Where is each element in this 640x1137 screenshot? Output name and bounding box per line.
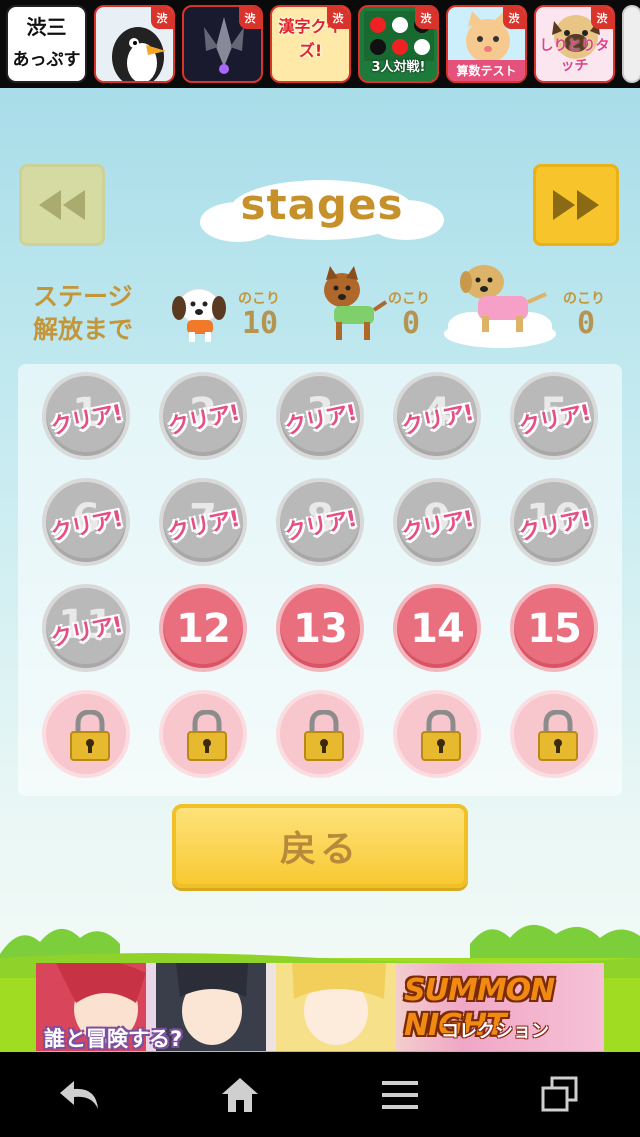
system-navigation-bar xyxy=(0,1052,640,1137)
double-right-arrow-icon xyxy=(553,190,599,220)
app-caption: 算数テスト xyxy=(448,60,525,81)
app-ribbon: 渋 xyxy=(327,7,349,29)
stage-button-2[interactable]: 2 クリア! xyxy=(159,372,247,460)
system-menu-button[interactable] xyxy=(360,1065,440,1125)
lock-icon xyxy=(304,709,344,761)
remaining-label: のこり xyxy=(388,291,430,307)
app-icon-penguin[interactable]: 渋 xyxy=(94,5,175,83)
cloud-dog-icon xyxy=(444,265,556,348)
remaining-label: のこり xyxy=(238,291,280,307)
lock-icon xyxy=(421,709,461,761)
stage-button-14[interactable]: 14 xyxy=(393,584,481,672)
lock-icon xyxy=(187,709,227,761)
stage-button-15[interactable]: 15 xyxy=(510,584,598,672)
remaining-label: のこり xyxy=(563,291,605,307)
back-button[interactable]: 戻る xyxy=(172,804,468,888)
lock-icon xyxy=(538,709,578,761)
ad-bar: 渋三 あっぷす 渋 渋 漢字クイズ! 渋 3人対戦! 渋 算数テスト 渋 しりと… xyxy=(0,0,640,88)
stage-button-3[interactable]: 3 クリア! xyxy=(276,372,364,460)
app-ribbon: 渋 xyxy=(239,7,261,29)
next-page-button[interactable] xyxy=(533,164,619,246)
banner-subtitle: コレクション xyxy=(441,1021,549,1042)
release-label-line2: 解放まで xyxy=(33,315,134,344)
app-caption-top: 渋三 xyxy=(26,15,67,39)
release-label-line1: ステージ xyxy=(33,282,133,311)
app-icon-shibusan-apps[interactable]: 渋三 あっぷす xyxy=(6,5,87,83)
lock-icon-wrap xyxy=(68,709,112,766)
stage-button-20 xyxy=(510,690,598,778)
app-icon-kanji-quiz[interactable]: 漢字クイズ! 渋 xyxy=(270,5,351,83)
system-back-button[interactable] xyxy=(40,1065,120,1125)
app-ribbon: 渋 xyxy=(415,7,437,29)
stage-number: 13 xyxy=(293,606,348,652)
banner-caption: 誰と冒険する? xyxy=(44,1027,183,1051)
app-caption-bottom: あっぷす xyxy=(12,50,81,70)
double-left-arrow-icon xyxy=(39,190,85,220)
lock-icon-wrap xyxy=(302,709,346,766)
stage-number: 12 xyxy=(176,606,231,652)
stage-button-10[interactable]: 10 クリア! xyxy=(510,478,598,566)
app-caption: しりとりタッチ xyxy=(539,38,610,74)
stage-number: 14 xyxy=(410,606,465,652)
stage-button-4[interactable]: 4 クリア! xyxy=(393,372,481,460)
brown-dog-icon xyxy=(324,266,388,340)
stage-button-19 xyxy=(393,690,481,778)
app-ribbon: 渋 xyxy=(503,7,525,29)
white-dog-icon xyxy=(172,288,226,342)
app-caption: 3人対戦! xyxy=(371,60,426,75)
lock-icon-wrap xyxy=(419,709,463,766)
stage-button-17 xyxy=(159,690,247,778)
remaining-count: 0 xyxy=(577,306,596,341)
app-icon-reversi[interactable]: 3人対戦! 渋 xyxy=(358,5,439,83)
stage-button-11[interactable]: 11 クリア! xyxy=(42,584,130,672)
stage-button-8[interactable]: 8 クリア! xyxy=(276,478,364,566)
system-home-button[interactable] xyxy=(200,1065,280,1125)
stage-button-6[interactable]: 6 クリア! xyxy=(42,478,130,566)
stage-button-7[interactable]: 7 クリア! xyxy=(159,478,247,566)
back-arrow-icon xyxy=(60,1080,98,1109)
previous-page-button[interactable] xyxy=(19,164,105,246)
remaining-count: 0 xyxy=(402,306,421,341)
app-icon-math-test[interactable]: 算数テスト 渋 xyxy=(446,5,527,83)
lock-icon-wrap xyxy=(185,709,229,766)
stage-select-screen: stages ステージ 解放まで のこり 10 のこり 0 のこり 0 1 クリ… xyxy=(0,88,640,1052)
app-icon-partial[interactable] xyxy=(622,5,640,83)
stage-button-18 xyxy=(276,690,364,778)
stage-button-9[interactable]: 9 クリア! xyxy=(393,478,481,566)
stage-button-5[interactable]: 5 クリア! xyxy=(510,372,598,460)
recent-apps-icon xyxy=(541,1076,578,1111)
remaining-count: 10 xyxy=(242,306,279,341)
stage-button-1[interactable]: 1 クリア! xyxy=(42,372,130,460)
banner-ad[interactable]: 誰と冒険する? SUMMON NIGHT コレクション xyxy=(36,963,604,1051)
stage-button-16 xyxy=(42,690,130,778)
release-label: ステージ 解放まで xyxy=(33,280,153,346)
app-icon-shooter[interactable]: 渋 xyxy=(182,5,263,83)
lock-icon xyxy=(70,709,110,761)
app-icon-shiritori[interactable]: しりとりタッチ 渋 xyxy=(534,5,615,83)
lock-icon-wrap xyxy=(536,709,580,766)
stage-number: 15 xyxy=(527,606,582,652)
app-ribbon: 渋 xyxy=(591,7,613,29)
home-icon xyxy=(222,1077,258,1112)
stage-button-12[interactable]: 12 xyxy=(159,584,247,672)
menu-icon xyxy=(382,1080,418,1109)
back-button-label: 戻る xyxy=(279,829,360,870)
system-recent-apps-button[interactable] xyxy=(520,1065,600,1125)
page-title: stages xyxy=(240,180,404,229)
app-ribbon: 渋 xyxy=(151,7,173,29)
stage-button-13[interactable]: 13 xyxy=(276,584,364,672)
